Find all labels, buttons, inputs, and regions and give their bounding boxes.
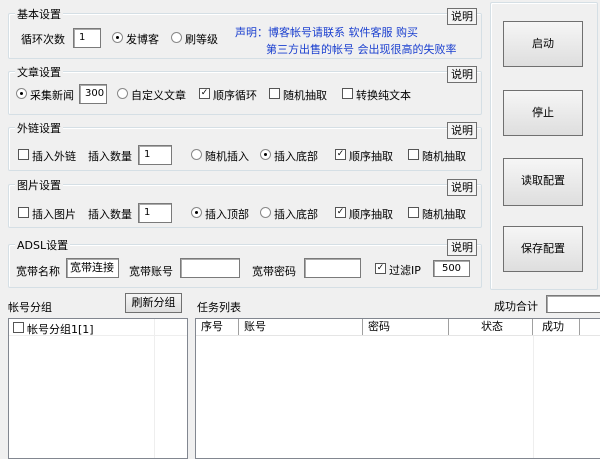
group-title: ADSL设置 [15, 237, 71, 253]
collect-news-label: 采集新闻 [30, 89, 74, 102]
filter-ip-input[interactable]: 500 [433, 260, 470, 277]
seq-loop-checkbox[interactable]: ✓ [199, 88, 210, 99]
count-label: 插入数量 [88, 150, 132, 163]
account-group-list[interactable]: 帐号分组1[1] [8, 318, 188, 459]
save-config-button[interactable]: 保存配置 [503, 226, 583, 272]
insert-bottom-radio[interactable] [260, 149, 271, 160]
custom-article-radio[interactable] [117, 88, 128, 99]
post-blog-label: 发博客 [126, 33, 159, 46]
group-title: 文章设置 [15, 64, 63, 80]
collect-count-input[interactable]: 300 [79, 84, 107, 104]
adsl-password-input[interactable] [304, 258, 361, 278]
count-label: 插入数量 [88, 208, 132, 221]
group-title: 基本设置 [15, 6, 63, 22]
notice-line2: 第三方出售的帐号 会出现很高的失败率 [266, 43, 457, 56]
header-divider [196, 335, 600, 336]
help-button[interactable]: 说明 [447, 239, 477, 256]
column-header[interactable]: 成功 [533, 319, 580, 335]
article-settings-group: 文章设置 说明 采集新闻 300 自定义文章 ✓ 顺序循环 随机抽取 转换纯文本 [8, 64, 482, 115]
insert-image-label: 插入图片 [32, 208, 76, 221]
loop-count-input[interactable]: 1 [73, 28, 101, 48]
group-title: 外链设置 [15, 120, 63, 136]
random-insert-label: 随机插入 [205, 150, 249, 163]
seq-pick-checkbox[interactable]: ✓ [335, 149, 346, 160]
success-total-input[interactable] [546, 295, 600, 313]
list-item[interactable]: 帐号分组1[1] [9, 319, 187, 336]
help-button[interactable]: 说明 [447, 8, 477, 25]
adsl-account-input[interactable] [180, 258, 240, 278]
random-pick-label: 随机抽取 [422, 208, 466, 221]
help-button[interactable]: 说明 [447, 122, 477, 139]
plain-text-checkbox[interactable] [342, 88, 353, 99]
group-checkbox[interactable] [13, 322, 24, 333]
link-count-input[interactable]: 1 [138, 145, 172, 165]
seq-pick-label: 顺序抽取 [349, 150, 393, 163]
insert-image-checkbox[interactable] [18, 207, 29, 218]
filter-ip-checkbox[interactable]: ✓ [375, 263, 386, 274]
basic-settings-group: 基本设置 说明 循环次数 1 发博客 刷等级 声明：博客帐号请联系 软件客服 购… [8, 6, 482, 59]
column-header[interactable]: 序号 [196, 319, 239, 335]
account-groups-title: 帐号分组 [8, 301, 52, 314]
group-title: 图片设置 [15, 177, 63, 193]
random-pick-label: 随机抽取 [283, 89, 327, 102]
image-settings-group: 图片设置 说明 插入图片 插入数量 1 插入顶部 插入底部 ✓ 顺序抽取 随机抽… [8, 177, 482, 228]
adsl-password-label: 宽带密码 [252, 265, 296, 278]
random-pick-label: 随机抽取 [422, 150, 466, 163]
random-pick-checkbox[interactable] [408, 149, 419, 160]
seq-pick-checkbox[interactable]: ✓ [335, 207, 346, 218]
insert-bottom-label: 插入底部 [274, 208, 318, 221]
image-count-input[interactable]: 1 [138, 203, 172, 223]
adsl-name-input[interactable]: 宽带连接 [66, 258, 119, 278]
adsl-settings-group: ADSL设置 说明 宽带名称 宽带连接 宽带账号 宽带密码 ✓ 过滤IP 500 [8, 237, 482, 288]
help-button[interactable]: 说明 [447, 179, 477, 196]
insert-link-label: 插入外链 [32, 150, 76, 163]
success-total-label: 成功合计 [494, 300, 538, 313]
insert-top-radio[interactable] [191, 207, 202, 218]
seq-loop-label: 顺序循环 [213, 89, 257, 102]
stop-button[interactable]: 停止 [503, 90, 583, 136]
filter-ip-label: 过滤IP [389, 264, 421, 277]
custom-article-label: 自定义文章 [131, 89, 186, 102]
level-label: 刷等级 [185, 33, 218, 46]
random-pick-checkbox[interactable] [269, 88, 280, 99]
notice-line1: 声明：博客帐号请联系 软件客服 购买 [235, 26, 418, 39]
plain-text-label: 转换纯文本 [356, 89, 411, 102]
help-button[interactable]: 说明 [447, 66, 477, 83]
insert-top-label: 插入顶部 [205, 208, 249, 221]
adsl-name-label: 宽带名称 [16, 265, 60, 278]
seq-pick-label: 顺序抽取 [349, 208, 393, 221]
load-config-button[interactable]: 读取配置 [503, 158, 583, 206]
loop-label: 循环次数 [21, 33, 65, 46]
collect-news-radio[interactable] [16, 88, 27, 99]
insert-bottom-radio[interactable] [260, 207, 271, 218]
random-insert-radio[interactable] [191, 149, 202, 160]
column-header[interactable]: 密码 [363, 319, 449, 335]
start-button[interactable]: 启动 [503, 21, 583, 67]
column-divider [154, 319, 155, 458]
adsl-account-label: 宽带账号 [129, 265, 173, 278]
level-radio[interactable] [171, 32, 182, 43]
insert-link-checkbox[interactable] [18, 149, 29, 160]
insert-bottom-label: 插入底部 [274, 150, 318, 163]
refresh-groups-button[interactable]: 刷新分组 [125, 293, 182, 313]
post-blog-radio[interactable] [112, 32, 123, 43]
random-pick-checkbox[interactable] [408, 207, 419, 218]
link-settings-group: 外链设置 说明 插入外链 插入数量 1 随机插入 插入底部 ✓ 顺序抽取 随机抽… [8, 120, 482, 171]
column-divider [533, 336, 534, 458]
column-header[interactable]: 账号 [239, 319, 363, 335]
task-list-title: 任务列表 [197, 301, 241, 314]
column-header[interactable]: 状态 [449, 319, 533, 335]
task-table[interactable]: 序号 账号 密码 状态 成功 [195, 318, 600, 459]
group-label: 帐号分组1[1] [27, 323, 94, 336]
